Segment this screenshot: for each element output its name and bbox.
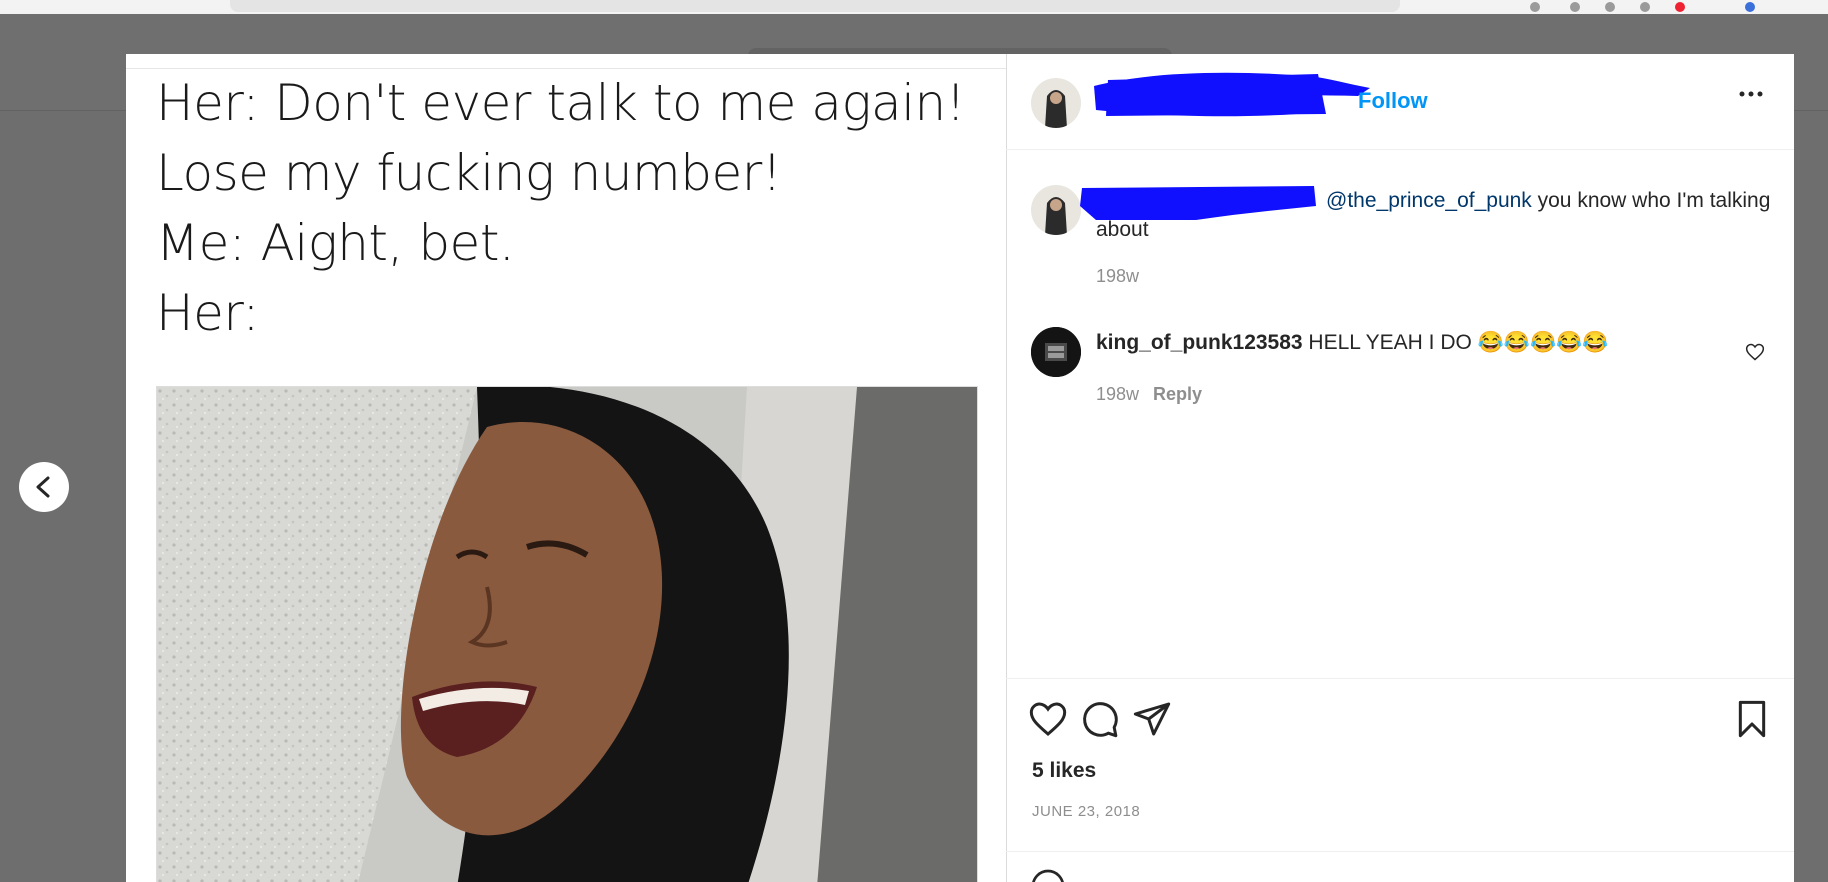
chevron-left-icon	[36, 476, 50, 498]
post-media[interactable]: Her: Don't ever talk to me again! Lose m…	[126, 54, 1007, 882]
mention-link[interactable]: @the_prince_of_punk	[1326, 189, 1532, 212]
extension-icon[interactable]	[1605, 2, 1615, 12]
post-caption: @the_prince_of_punk you know who I'm tal…	[1096, 186, 1776, 244]
emoji-icon[interactable]	[1030, 868, 1066, 882]
bookmark-icon[interactable]	[1732, 699, 1772, 739]
comment-text: HELL YEAH I DO 😂😂😂😂😂	[1302, 331, 1609, 354]
meme-caption: Her: Don't ever talk to me again! Lose m…	[156, 68, 966, 348]
meme-line: Her:	[156, 284, 259, 342]
post-header: Follow	[1006, 54, 1794, 150]
meme-line: Lose my fucking number!	[156, 144, 782, 202]
redacted-username	[1094, 72, 1370, 117]
share-icon[interactable]	[1132, 699, 1172, 739]
address-bar[interactable]	[230, 0, 1400, 12]
like-comment-heart-icon[interactable]	[1745, 342, 1765, 362]
extension-icon[interactable]	[1675, 2, 1685, 12]
comment-username[interactable]: king_of_punk123583	[1096, 331, 1303, 354]
avatar-image	[1031, 78, 1081, 128]
comment-icon[interactable]	[1080, 699, 1120, 739]
post-modal: Her: Don't ever talk to me again! Lose m…	[126, 54, 1794, 882]
author-avatar[interactable]	[1031, 78, 1081, 128]
crying-woman-photo	[157, 387, 977, 882]
previous-post-button[interactable]	[19, 462, 69, 512]
comment-time[interactable]: 198w	[1096, 384, 1139, 404]
post-sidebar: Follow @the_prince_of_punk you know who …	[1006, 54, 1794, 882]
post-date[interactable]: JUNE 23, 2018	[1032, 803, 1140, 820]
extension-icon[interactable]	[1745, 2, 1755, 12]
caption-author-avatar[interactable]	[1031, 185, 1081, 235]
extension-icon[interactable]	[1640, 2, 1650, 12]
heart-icon[interactable]	[1028, 699, 1068, 739]
meme-line: Me: Aight, bet.	[156, 214, 515, 272]
avatar-image	[1031, 327, 1081, 377]
browser-toolbar	[0, 0, 1828, 14]
meme-line: Her: Don't ever talk to me again!	[156, 74, 966, 132]
caption-time[interactable]: 198w	[1096, 266, 1139, 287]
more-icon	[1739, 91, 1763, 97]
more-options-button[interactable]	[1737, 80, 1765, 115]
follow-button[interactable]: Follow	[1358, 88, 1428, 114]
commenter-avatar[interactable]	[1031, 327, 1081, 377]
post-actions: 5 likes JUNE 23, 2018	[1006, 678, 1794, 882]
extension-icon[interactable]	[1530, 2, 1540, 12]
meme-photo	[156, 386, 978, 882]
avatar-image	[1031, 185, 1081, 235]
comment: king_of_punk123583 HELL YEAH I DO 😂😂😂😂😂	[1096, 328, 1716, 357]
likes-count[interactable]: 5 likes	[1032, 759, 1096, 783]
add-comment-row	[1006, 851, 1794, 882]
extension-icon[interactable]	[1570, 2, 1580, 12]
reply-button[interactable]: Reply	[1153, 384, 1202, 404]
comment-meta: 198w Reply	[1096, 384, 1202, 405]
